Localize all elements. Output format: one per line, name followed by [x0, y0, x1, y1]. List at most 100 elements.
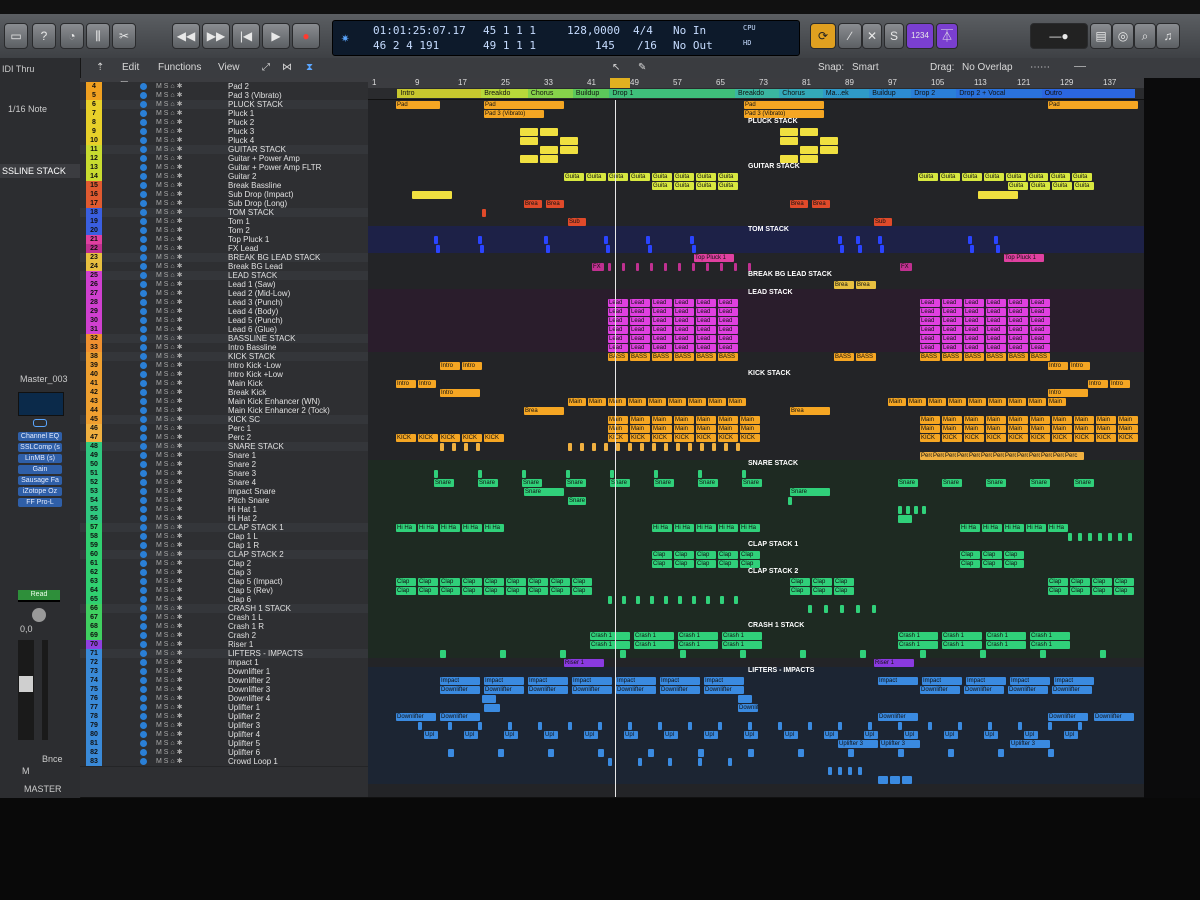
- region[interactable]: Crash 1: [634, 631, 674, 640]
- region[interactable]: Lead: [718, 307, 738, 316]
- region[interactable]: Clap: [528, 577, 548, 586]
- region[interactable]: Guita: [1008, 181, 1028, 190]
- region[interactable]: [856, 604, 860, 613]
- region[interactable]: [736, 442, 740, 451]
- region[interactable]: Crash 1: [590, 640, 630, 649]
- track-lane[interactable]: [368, 721, 1144, 730]
- region[interactable]: [898, 721, 902, 730]
- region[interactable]: Crash 1: [722, 631, 762, 640]
- track-lane[interactable]: [368, 406, 1144, 415]
- region[interactable]: [720, 595, 724, 604]
- region[interactable]: Main: [928, 397, 946, 406]
- track-controls[interactable]: M S ⌂ ✱: [156, 199, 182, 208]
- region[interactable]: [544, 235, 548, 244]
- region[interactable]: Main: [1008, 397, 1026, 406]
- region[interactable]: Clap: [812, 577, 832, 586]
- track-lane[interactable]: [368, 649, 1144, 658]
- track-name[interactable]: Uplifter 3: [228, 721, 260, 730]
- track-lane[interactable]: [368, 748, 1144, 757]
- region[interactable]: Guita: [984, 172, 1004, 181]
- region[interactable]: Guita: [674, 172, 694, 181]
- region[interactable]: Hi Ha: [960, 523, 980, 532]
- region[interactable]: [606, 244, 610, 253]
- region[interactable]: KICK: [1074, 433, 1094, 442]
- region[interactable]: Downlifter: [738, 703, 758, 712]
- region[interactable]: [824, 604, 828, 613]
- region[interactable]: Main: [708, 397, 726, 406]
- power-icon[interactable]: [140, 596, 147, 603]
- region[interactable]: Clap: [418, 586, 438, 595]
- track-controls[interactable]: M S ⌂ ✱: [156, 370, 182, 379]
- track-name[interactable]: Crowd Loop 1: [228, 757, 278, 766]
- region[interactable]: [476, 442, 480, 451]
- region[interactable]: [568, 442, 572, 451]
- track-controls[interactable]: M S ⌂ ✱: [156, 190, 182, 199]
- track-name[interactable]: CRASH 1 STACK: [228, 604, 291, 613]
- region[interactable]: [1018, 721, 1022, 730]
- region[interactable]: Main: [630, 415, 650, 424]
- track-controls[interactable]: M S ⌂ ✱: [156, 721, 182, 730]
- track-name[interactable]: Tom 1: [228, 217, 250, 226]
- region[interactable]: Crash 1: [942, 640, 982, 649]
- power-icon[interactable]: [140, 173, 147, 180]
- region[interactable]: Lead: [920, 298, 940, 307]
- region[interactable]: Riser 1: [874, 658, 914, 667]
- track-lane[interactable]: [368, 613, 1144, 622]
- track-lane[interactable]: [368, 136, 1144, 145]
- region[interactable]: Clap: [790, 586, 810, 595]
- power-icon[interactable]: [140, 713, 147, 720]
- region[interactable]: Lead: [674, 298, 694, 307]
- region[interactable]: [636, 595, 640, 604]
- power-icon[interactable]: [140, 281, 147, 288]
- marker-track[interactable]: Intro Breakdo Chorus Buildup Drop 1 Breakdo Ch…: [368, 88, 1144, 99]
- track-name[interactable]: Lead 2 (Mid-Low): [228, 289, 290, 298]
- region[interactable]: [858, 244, 862, 253]
- track-name[interactable]: LIFTERS - IMPACTS: [228, 649, 303, 658]
- track-name[interactable]: Lead 3 (Punch): [228, 298, 283, 307]
- track-controls[interactable]: M S ⌂ ✱: [156, 334, 182, 343]
- track-name[interactable]: Uplifter 5: [228, 739, 260, 748]
- region[interactable]: KICK: [440, 433, 460, 442]
- playhead[interactable]: [615, 100, 616, 797]
- track-name[interactable]: SNARE STACK: [228, 442, 284, 451]
- region[interactable]: Hi Ha: [740, 523, 760, 532]
- region[interactable]: Lead: [1030, 334, 1050, 343]
- region[interactable]: Main: [1118, 424, 1138, 433]
- power-icon[interactable]: [140, 443, 147, 450]
- region[interactable]: Impact: [878, 676, 918, 685]
- region[interactable]: Guita: [718, 181, 738, 190]
- region[interactable]: Downlifter: [572, 685, 612, 694]
- region[interactable]: Main: [1008, 415, 1028, 424]
- record-button[interactable]: ●: [292, 23, 320, 49]
- region[interactable]: Impact: [572, 676, 612, 685]
- region[interactable]: [436, 244, 440, 253]
- region[interactable]: Lead: [674, 334, 694, 343]
- region[interactable]: [706, 262, 709, 271]
- region[interactable]: Main: [674, 424, 694, 433]
- region[interactable]: KICK: [942, 433, 962, 442]
- track-name[interactable]: Clap 1 L: [228, 532, 258, 541]
- region[interactable]: Main: [1052, 415, 1072, 424]
- region[interactable]: [1068, 532, 1072, 541]
- region[interactable]: Impact: [616, 676, 656, 685]
- region[interactable]: [800, 649, 806, 658]
- region[interactable]: [848, 766, 852, 775]
- region[interactable]: [820, 145, 838, 154]
- track-lane[interactable]: [368, 658, 1144, 667]
- region[interactable]: Lead: [986, 298, 1006, 307]
- region[interactable]: Guita: [586, 172, 606, 181]
- region[interactable]: Lead: [608, 343, 628, 352]
- region[interactable]: Lead: [920, 343, 940, 352]
- region[interactable]: [598, 721, 602, 730]
- region[interactable]: BASS: [674, 352, 694, 361]
- region[interactable]: Clap: [572, 586, 592, 595]
- power-icon[interactable]: [140, 236, 147, 243]
- region[interactable]: [676, 442, 680, 451]
- region[interactable]: Lead: [696, 298, 716, 307]
- track-lane[interactable]: [368, 280, 1144, 289]
- region[interactable]: Lead: [674, 325, 694, 334]
- region[interactable]: Sub: [874, 217, 892, 226]
- track-name[interactable]: Clap 2: [228, 559, 251, 568]
- region[interactable]: Lead: [942, 316, 962, 325]
- power-icon[interactable]: [140, 497, 147, 504]
